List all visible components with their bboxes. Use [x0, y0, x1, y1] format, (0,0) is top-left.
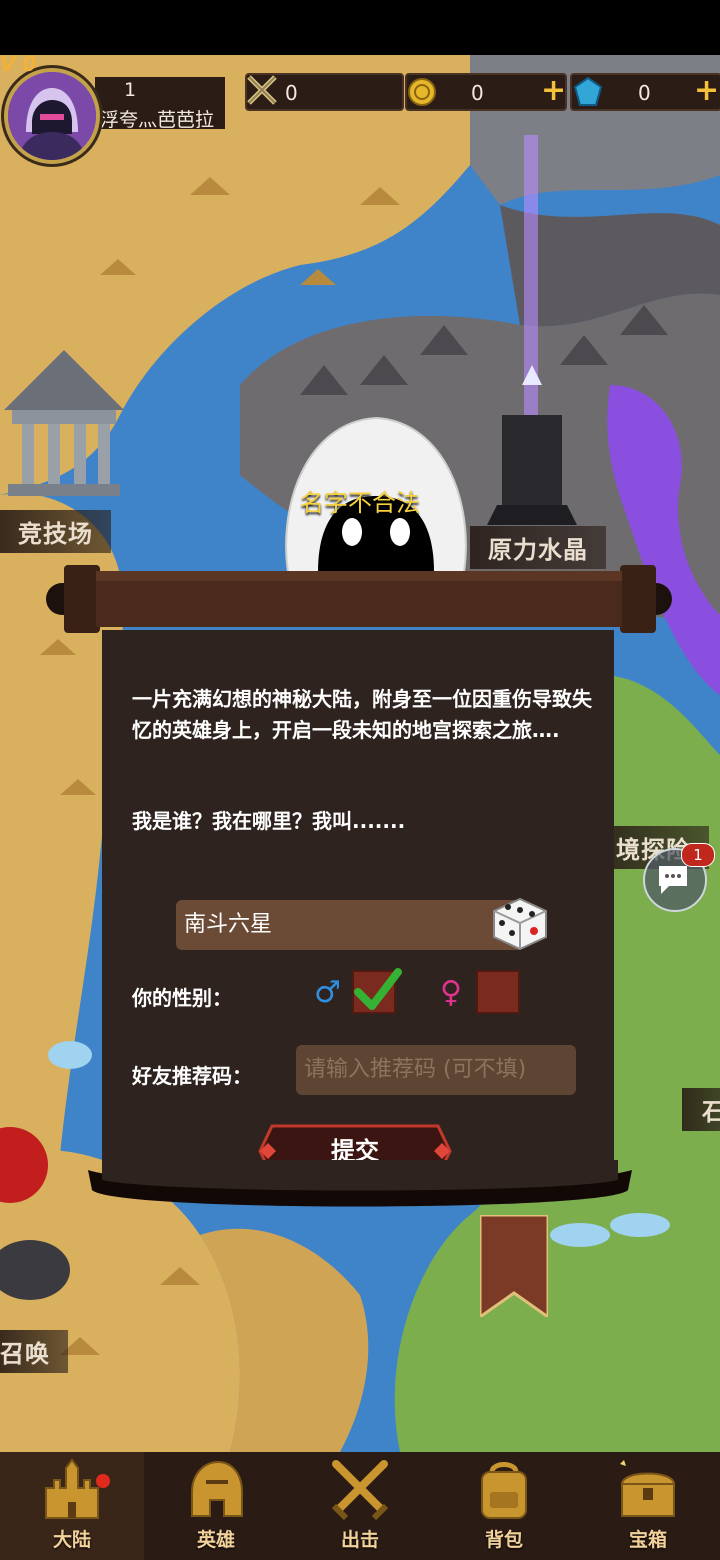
- nav-label: 大陆: [52, 1529, 91, 1551]
- gender-label: 你的性别：: [132, 986, 232, 1010]
- hero-portrait-icon: [8, 72, 96, 160]
- crossed-swords-icon: [247, 75, 277, 105]
- hero-name-input[interactable]: 南斗六星: [176, 900, 522, 950]
- helmet-icon: [191, 1460, 243, 1517]
- backpack-icon: [481, 1462, 527, 1519]
- gem-icon: [574, 77, 602, 106]
- gold-bar: 0 +: [405, 73, 567, 111]
- scroll-top-rod: [46, 565, 672, 633]
- dialog-title: 名字不合法: [300, 489, 420, 517]
- add-gem-button[interactable]: +: [694, 73, 719, 108]
- player-avatar[interactable]: [4, 68, 100, 164]
- referral-code-input[interactable]: [296, 1045, 576, 1095]
- nav-treasure[interactable]: 宝箱: [576, 1452, 720, 1560]
- gold-coin-icon: [408, 78, 436, 106]
- nav-label: 背包: [484, 1529, 523, 1551]
- bottom-nav: 大陆 英雄 出击 背包 宝箱: [0, 1452, 720, 1560]
- castle-icon: [45, 1458, 99, 1519]
- nav-heroes[interactable]: 英雄: [144, 1452, 288, 1560]
- male-icon: ♂: [314, 975, 341, 1010]
- location-label-summon[interactable]: 召唤: [0, 1330, 68, 1373]
- status-bar: [0, 0, 720, 55]
- player-level: 1: [124, 79, 137, 101]
- top-hud: 1 浮夸灬芭芭拉 0 0 + 0 +: [0, 55, 720, 135]
- power-value: 0: [285, 81, 298, 105]
- bookmark-ribbon: [480, 1215, 548, 1317]
- scroll-bottom-curl: [88, 1160, 632, 1207]
- add-gold-button[interactable]: +: [541, 73, 566, 108]
- random-dice-icon[interactable]: [486, 893, 550, 953]
- nav-continent[interactable]: 大陆: [0, 1452, 144, 1560]
- chat-bubble-icon: [659, 866, 687, 894]
- referral-label: 好友推荐码：: [132, 1064, 252, 1088]
- location-label-arena[interactable]: 竞技场: [0, 510, 111, 553]
- question-text: 我是谁？我在哪里？我叫.......: [132, 809, 406, 833]
- location-label-force-crystal[interactable]: 原力水晶: [470, 526, 606, 569]
- power-bar: 0: [245, 73, 404, 111]
- female-checkbox[interactable]: [476, 970, 520, 1014]
- nav-backpack[interactable]: 背包: [432, 1452, 576, 1560]
- check-icon: [354, 968, 402, 1010]
- chat-unread-badge: 1: [681, 843, 715, 867]
- gem-bar: 0 +: [570, 73, 720, 111]
- nav-label: 英雄: [196, 1529, 235, 1551]
- male-checkbox[interactable]: [352, 968, 402, 1014]
- location-label-right[interactable]: 石: [682, 1088, 720, 1131]
- player-name: 浮夸灬芭芭拉: [100, 109, 215, 131]
- nav-attack[interactable]: 出击: [288, 1452, 432, 1560]
- gold-value: 0: [471, 81, 484, 105]
- treasure-chest-icon: [620, 1460, 676, 1517]
- notification-dot: [96, 1474, 110, 1488]
- nav-label: 出击: [340, 1529, 379, 1551]
- vip-level-badge: V 0: [0, 52, 37, 76]
- intro-text: 一片充满幻想的神秘大陆，附身至一位因重伤导致失忆的英雄身上，开启一段未知的地宫探…: [132, 687, 592, 742]
- crossed-swords-icon: [331, 1460, 389, 1521]
- female-icon: ♀: [440, 975, 462, 1010]
- gem-value: 0: [638, 81, 651, 105]
- nav-label: 宝箱: [628, 1529, 667, 1551]
